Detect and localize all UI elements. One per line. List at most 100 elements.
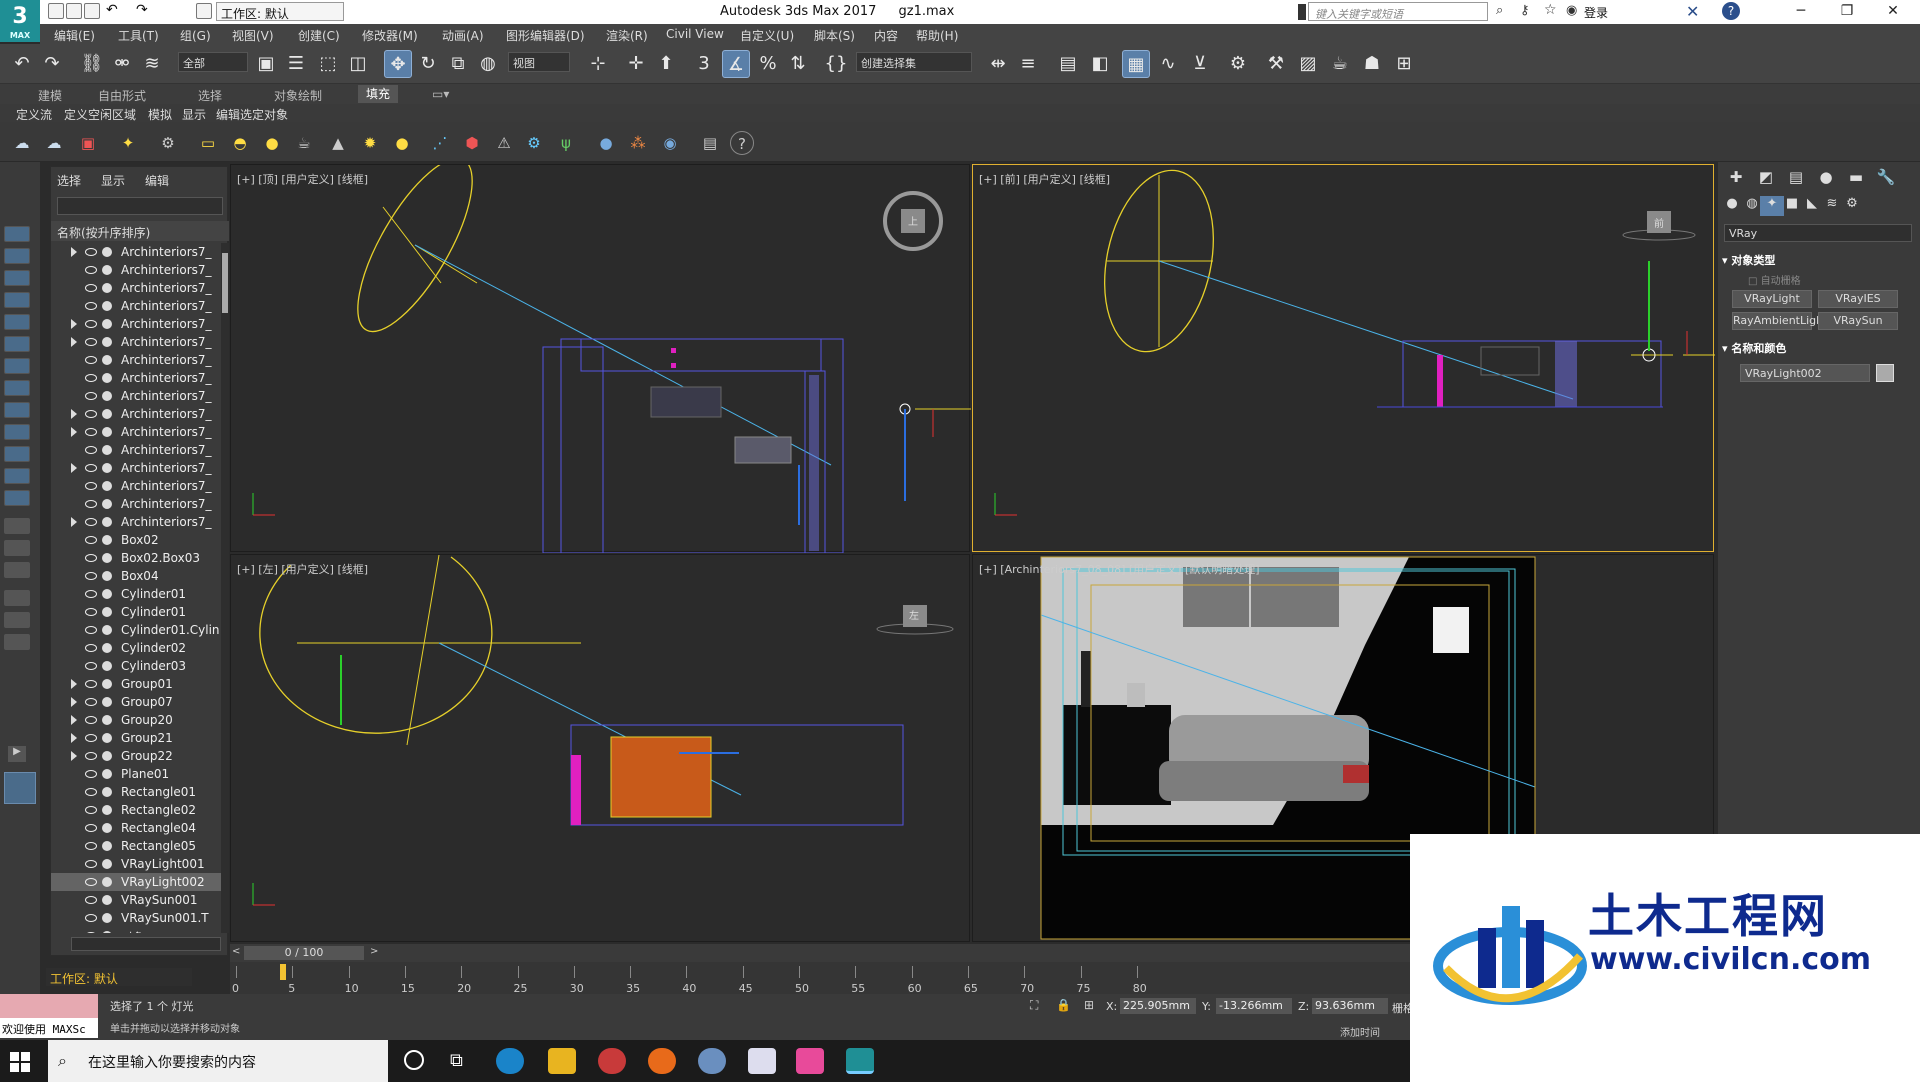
visibility-eye-icon[interactable] (85, 500, 97, 508)
scene-list-item[interactable]: Archinteriors7_ (51, 297, 221, 315)
save-file-icon[interactable] (84, 3, 100, 19)
scene-list-item[interactable]: Archinteriors7_ (51, 459, 221, 477)
expand-arrow-icon[interactable] (71, 409, 77, 419)
display-button[interactable]: 显示 (182, 106, 206, 123)
login-button[interactable]: 登录 (1584, 4, 1608, 21)
scene-list-item[interactable]: VRaySun001.T (51, 909, 221, 927)
mirror-icon[interactable]: ⇹ (984, 50, 1012, 78)
expand-arrow-icon[interactable] (71, 733, 77, 743)
cone-icon[interactable]: ▲ (326, 131, 350, 155)
edge-icon[interactable] (496, 1048, 524, 1074)
viewport-layout-icon[interactable] (4, 772, 36, 804)
curve-editor-icon[interactable]: ∿ (1154, 50, 1182, 78)
visibility-eye-icon[interactable] (85, 428, 97, 436)
visibility-eye-icon[interactable] (85, 788, 97, 796)
visibility-eye-icon[interactable] (85, 356, 97, 364)
scene-list-item[interactable]: Archinteriors7_ (51, 261, 221, 279)
visibility-eye-icon[interactable] (85, 644, 97, 652)
scene-list-item[interactable]: 对象01 (51, 927, 221, 933)
grass-icon[interactable]: ψ (554, 131, 578, 155)
expand-arrow-icon[interactable] (71, 463, 77, 473)
visibility-eye-icon[interactable] (85, 842, 97, 850)
scene-explorer-icon[interactable]: ▤ (1054, 50, 1082, 78)
viewcube-face[interactable]: 上 (908, 213, 918, 228)
visibility-eye-icon[interactable] (85, 554, 97, 562)
scene-list-item[interactable]: Archinteriors7_ (51, 351, 221, 369)
visibility-eye-icon[interactable] (85, 626, 97, 634)
create-tab-icon[interactable]: ✚ (1724, 168, 1748, 188)
filter-helpers-icon[interactable] (4, 314, 30, 330)
expand-arrow-icon[interactable] (71, 751, 77, 761)
edit-named-selection-icon[interactable]: {} (822, 50, 850, 78)
visibility-eye-icon[interactable] (85, 266, 97, 274)
motion-tab-icon[interactable]: ● (1814, 168, 1838, 188)
scene-list-item[interactable]: Cylinder03 (51, 657, 221, 675)
visibility-eye-icon[interactable] (85, 860, 97, 868)
scene-list-item[interactable]: Group01 (51, 675, 221, 693)
layer-explorer-icon[interactable]: ◧ (1086, 50, 1114, 78)
visibility-eye-icon[interactable] (85, 518, 97, 526)
undo-icon[interactable]: ↶ (106, 2, 118, 18)
expand-arrow-icon[interactable] (71, 319, 77, 329)
filter-groups-icon[interactable] (4, 358, 30, 374)
light-type-dropdown[interactable]: VRay (1724, 224, 1912, 242)
keyboard-shortcut-icon[interactable]: ⬆ (652, 50, 680, 78)
new-file-icon[interactable] (48, 3, 64, 19)
visibility-eye-icon[interactable] (85, 734, 97, 742)
viewport-top[interactable]: [+] [顶] [用户定义] [线框] 上 (230, 164, 971, 553)
scene-vertical-scrollbar[interactable] (221, 243, 229, 933)
scene-list-item[interactable]: Group20 (51, 711, 221, 729)
binoculars-icon[interactable]: ⌕ (1496, 3, 1503, 18)
spinner-snap-icon[interactable]: ⇅ (784, 50, 812, 78)
edit-selected-button[interactable]: 编辑选定对象 (216, 106, 288, 123)
visibility-eye-icon[interactable] (85, 536, 97, 544)
workspace-dropdown[interactable]: 工作区: 默认 (216, 2, 344, 21)
sphere-fade-icon[interactable]: ● (594, 131, 618, 155)
material-editor-icon[interactable]: ⚙ (1224, 50, 1252, 78)
scene-list-item[interactable]: Archinteriors7_ (51, 315, 221, 333)
tab-modeling[interactable]: 建模 (38, 87, 62, 104)
visibility-eye-icon[interactable] (85, 698, 97, 706)
scene-list-header[interactable]: 名称(按升序排序) (51, 221, 229, 241)
expand-arrow-icon[interactable] (71, 427, 77, 437)
open-file-icon[interactable] (66, 3, 82, 19)
help-circle-icon[interactable]: ? (730, 131, 754, 155)
simulate-button[interactable]: 模拟 (148, 106, 172, 123)
scene-list-item[interactable]: Rectangle04 (51, 819, 221, 837)
visibility-eye-icon[interactable] (85, 806, 97, 814)
search-input[interactable]: 键入关键字或短语 (1308, 2, 1488, 21)
displacement-icon[interactable]: ⬢ (460, 131, 484, 155)
undo-icon[interactable]: ↶ (8, 50, 36, 78)
select-rotate-icon[interactable]: ↻ (414, 50, 442, 78)
select-by-name-icon[interactable]: ☰ (282, 50, 310, 78)
filter-containers-icon[interactable] (4, 424, 30, 440)
scene-menu-select[interactable]: 选择 (57, 172, 81, 189)
cortana-icon[interactable] (404, 1050, 424, 1070)
menu-animation[interactable]: 动画(A) (442, 27, 484, 44)
redo-icon[interactable]: ↷ (38, 50, 66, 78)
viewport-label[interactable]: [+] [Archinteriors7_08_08] [用户定义] [默认明暗处… (979, 561, 1260, 577)
rendered-frame-icon[interactable]: ▨ (1294, 50, 1322, 78)
menu-view[interactable]: 视图(V) (232, 27, 274, 44)
viewcube-face[interactable]: 左 (909, 607, 919, 622)
scene-list-item[interactable]: Rectangle05 (51, 837, 221, 855)
scene-horizontal-scrollbar[interactable] (71, 937, 221, 951)
redo-icon[interactable]: ↷ (136, 2, 148, 18)
scene-list-item[interactable]: Archinteriors7_ (51, 513, 221, 531)
visibility-eye-icon[interactable] (85, 608, 97, 616)
selection-filter-dropdown[interactable]: 全部 (178, 52, 248, 72)
visibility-eye-icon[interactable] (85, 410, 97, 418)
firefox-icon[interactable] (648, 1048, 676, 1074)
visibility-eye-icon[interactable] (85, 482, 97, 490)
bind-spacewarp-icon[interactable]: ≋ (138, 50, 166, 78)
key-icon[interactable]: ⚷ (1520, 3, 1530, 18)
visibility-eye-icon[interactable] (85, 248, 97, 256)
utilities-tab-icon[interactable]: 🔧 (1874, 168, 1898, 188)
viewport-label[interactable]: [+] [前] [用户定义] [线框] (979, 171, 1110, 187)
z-coordinate-field[interactable]: 93.636mm (1312, 998, 1388, 1014)
visibility-eye-icon[interactable] (85, 284, 97, 292)
visibility-eye-icon[interactable] (85, 932, 97, 933)
track-bar[interactable]: 0 5 10 15 20 25 30 35 40 45 50 55 60 65 70 75 80 (230, 962, 1410, 995)
find-icon[interactable] (4, 590, 30, 606)
scene-list-item[interactable]: VRayLight001 (51, 855, 221, 873)
